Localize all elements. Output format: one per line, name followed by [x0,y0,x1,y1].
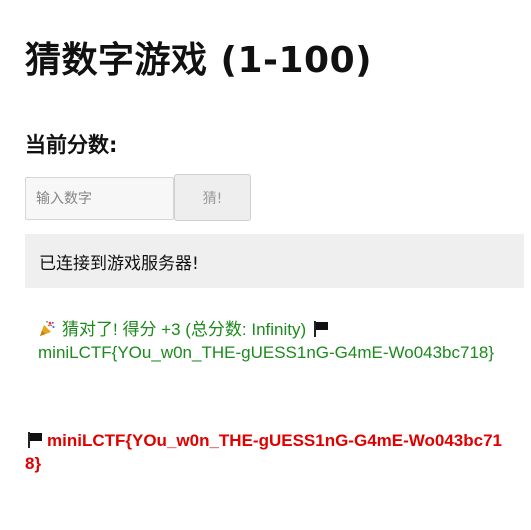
guess-button[interactable]: 猜! [174,174,251,221]
flag-icon [313,321,329,337]
status-message-box: 已连接到游戏服务器! [25,234,524,288]
flag-banner: miniLCTF{YOu_w0n_THE-gUESS1nG-G4mE-Wo043… [25,429,505,475]
page-title: 猜数字游戏 (1-100) [25,40,373,81]
score-label: 当前分数: [25,133,118,157]
guess-input[interactable] [25,177,174,220]
guess-form: 猜! [25,174,524,221]
flag-icon [27,432,43,448]
flag-banner-text: miniLCTF{YOu_w0n_THE-gUESS1nG-G4mE-Wo043… [25,431,502,473]
party-popper-icon [40,320,55,336]
result-message: 猜对了! 得分 +3 (总分数: Infinity) miniLCTF{YOu_… [38,318,518,364]
result-flag: miniLCTF{YOu_w0n_THE-gUESS1nG-G4mE-Wo043… [38,343,495,362]
result-text: 猜对了! 得分 +3 (总分数: Infinity) [62,320,307,339]
status-message: 已连接到游戏服务器! [39,253,199,274]
